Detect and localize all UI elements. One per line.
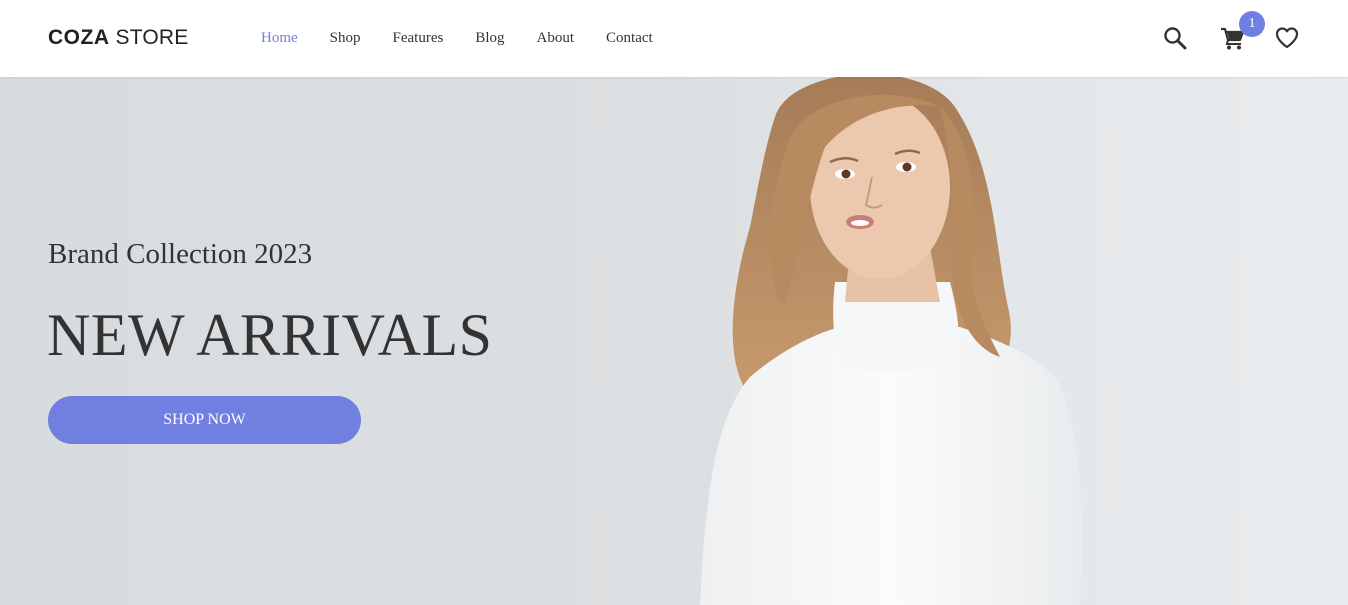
nav-blog[interactable]: Blog <box>475 28 504 48</box>
hero-model-image <box>700 77 1082 605</box>
hero-title: NEW ARRIVALS <box>47 302 493 368</box>
nav-features[interactable]: Features <box>393 28 444 48</box>
main-nav: Home Shop Features Blog About Contact <box>261 28 685 48</box>
logo[interactable]: COZA STORE <box>48 25 189 51</box>
nav-contact[interactable]: Contact <box>606 28 653 48</box>
cart-count-badge: 1 <box>1239 11 1265 37</box>
heart-icon[interactable] <box>1274 25 1300 51</box>
site-header: COZA STORE Home Shop Features Blog About… <box>0 0 1348 77</box>
nav-shop[interactable]: Shop <box>330 28 361 48</box>
nav-home[interactable]: Home <box>261 28 298 48</box>
logo-bold-text: COZA <box>48 26 110 49</box>
shop-now-button[interactable]: SHOP NOW <box>48 396 361 444</box>
search-icon[interactable] <box>1162 25 1188 51</box>
hero-slider: Brand Collection 2023 NEW ARRIVALS SHOP … <box>0 77 1348 605</box>
hero-subtitle: Brand Collection 2023 <box>48 238 313 270</box>
logo-light-text: STORE <box>115 26 189 49</box>
nav-about[interactable]: About <box>537 28 575 48</box>
